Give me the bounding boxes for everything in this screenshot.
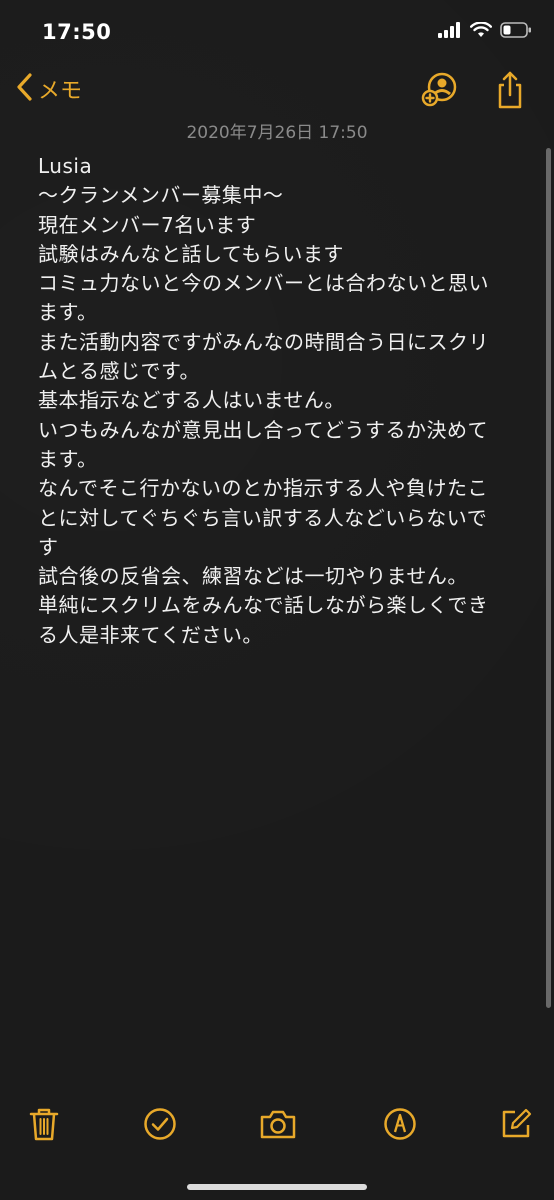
bottom-toolbar bbox=[0, 1100, 554, 1150]
markup-button[interactable] bbox=[380, 1106, 420, 1146]
back-button[interactable]: メモ bbox=[16, 72, 82, 106]
scrollbar[interactable] bbox=[546, 148, 551, 1008]
note-line: なんでそこ行かないのとか指示する人や負けたこ bbox=[38, 476, 488, 501]
note-line: 単純にスクリムをみんなで話しながら楽しくでき bbox=[38, 593, 489, 618]
note-line: コミュ力ないと今のメンバーとは合わないと思い bbox=[38, 271, 489, 296]
checklist-icon bbox=[143, 1107, 177, 1145]
compose-button[interactable] bbox=[496, 1106, 536, 1146]
wifi-icon bbox=[470, 21, 492, 42]
camera-button[interactable] bbox=[258, 1106, 298, 1146]
camera-icon bbox=[259, 1108, 297, 1144]
status-icons bbox=[438, 21, 532, 42]
note-line: る人是非来てください。 bbox=[38, 622, 263, 647]
notes-screen: 17:50 メモ 2020年7月26日 17:50 Lusia 〜クランメンバー… bbox=[0, 0, 554, 1200]
note-date: 2020年7月26日 17:50 bbox=[186, 123, 368, 143]
chevron-left-icon bbox=[16, 72, 34, 106]
note-line: ます。 bbox=[38, 446, 98, 471]
trash-icon bbox=[28, 1106, 60, 1146]
note-line: Lusia bbox=[38, 154, 93, 178]
note-line: 〜クランメンバー募集中〜 bbox=[38, 183, 284, 208]
share-icon bbox=[494, 71, 526, 114]
battery-icon bbox=[500, 22, 532, 42]
note-line: ムとる感じです。 bbox=[38, 359, 200, 384]
markup-icon bbox=[383, 1107, 417, 1145]
note-line: また活動内容ですがみんなの時間合う日にスクリ bbox=[38, 329, 489, 354]
nav-bar: メモ bbox=[0, 64, 554, 116]
home-indicator[interactable] bbox=[187, 1184, 367, 1190]
note-line: 基本指示などする人はいません。 bbox=[38, 388, 345, 413]
note-line: いつもみんなが意見出し合ってどうするか決めて bbox=[38, 417, 488, 442]
share-button[interactable] bbox=[494, 70, 526, 114]
note-line: ます。 bbox=[38, 300, 98, 325]
compose-icon bbox=[499, 1107, 533, 1145]
delete-button[interactable] bbox=[24, 1106, 64, 1146]
back-label: メモ bbox=[38, 79, 83, 104]
note-line: 試験はみんなと話してもらいます bbox=[38, 241, 344, 266]
note-line: 現在メンバー7名います bbox=[38, 212, 257, 237]
add-person-icon bbox=[420, 72, 460, 114]
note-line: 試合後の反省会、練習などは一切やりません。 bbox=[38, 564, 468, 589]
note-body[interactable]: Lusia 〜クランメンバー募集中〜 現在メンバー7名います試験はみんなと話してもら… bbox=[38, 152, 524, 650]
cellular-signal-icon bbox=[438, 22, 462, 42]
note-line: す bbox=[38, 534, 59, 559]
checklist-button[interactable] bbox=[140, 1106, 180, 1146]
note-line: とに対してぐちぐち言い訳する人などいらないで bbox=[38, 505, 488, 530]
status-time: 17:50 bbox=[42, 20, 112, 44]
add-person-button[interactable] bbox=[420, 70, 460, 114]
status-bar: 17:50 bbox=[0, 0, 554, 64]
